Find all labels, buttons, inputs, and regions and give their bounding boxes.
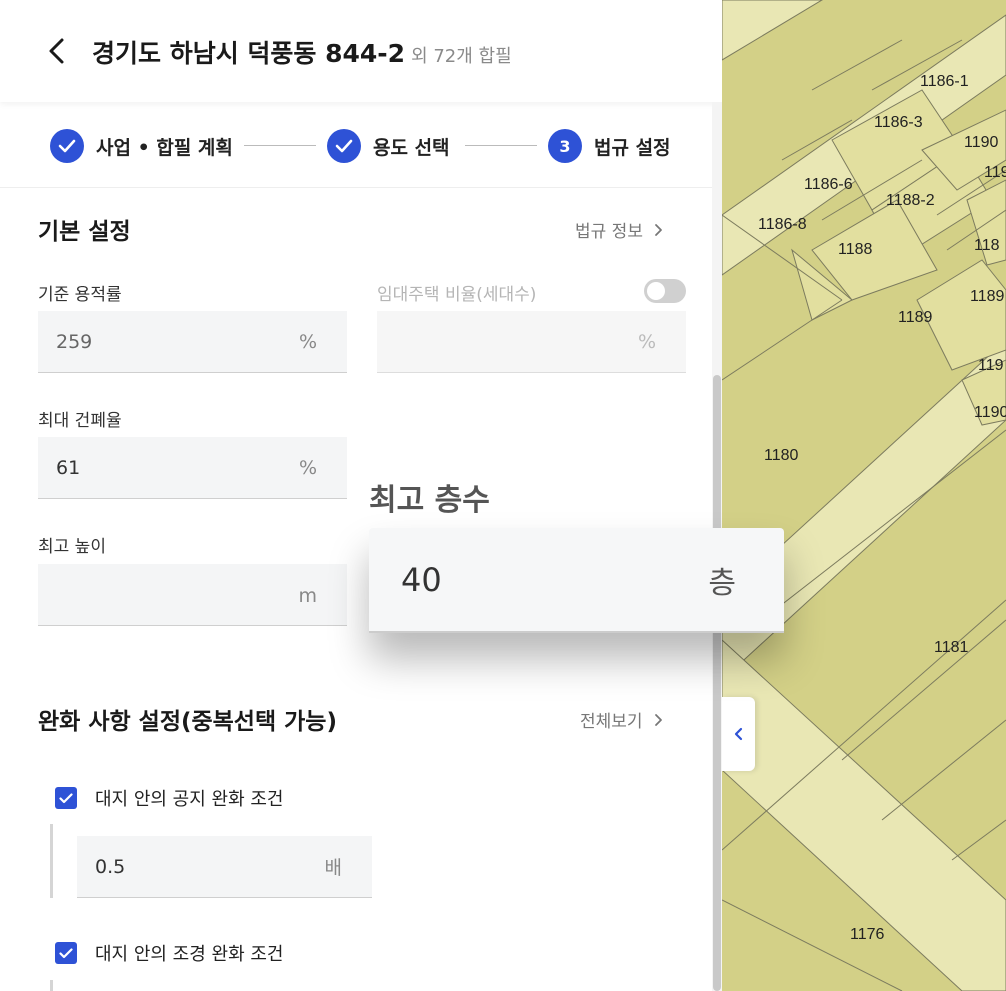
lot-label: 118 — [974, 237, 1000, 254]
lot-label: 119 — [978, 357, 1004, 374]
step-connector — [244, 145, 316, 146]
check-icon — [50, 129, 84, 163]
bcr-value: 61 — [56, 456, 81, 479]
lot-label: 1186-1 — [920, 73, 969, 90]
option-label: 대지 안의 공지 완화 조건 — [95, 789, 284, 810]
step-business-plan[interactable]: 사업 • 합필 계획 — [50, 129, 233, 163]
check-icon — [327, 129, 361, 163]
toggle-knob — [647, 282, 665, 300]
merge-count: 외 72개 합필 — [411, 46, 512, 67]
chevron-right-icon — [655, 223, 662, 236]
max-floors-value: 40 — [401, 560, 442, 599]
option-label: 대지 안의 조경 완화 조건 — [95, 944, 284, 965]
open-space-ratio-value: 0.5 — [95, 855, 126, 878]
far-label: 기준 용적률 — [38, 285, 122, 305]
step-label: 사업 • 합필 계획 — [96, 136, 233, 159]
collapse-panel-button[interactable] — [722, 697, 755, 771]
lot-label: 1188 — [838, 241, 873, 258]
lot-label: 1186-8 — [758, 216, 807, 233]
step-regulation[interactable]: 3 법규 설정 — [548, 129, 671, 163]
chevron-right-icon — [654, 713, 662, 726]
step-label: 법규 설정 — [594, 136, 671, 159]
page-title: 경기도 하남시 덕풍동 844-2 외 72개 합필 — [92, 34, 512, 70]
back-button[interactable] — [40, 34, 74, 68]
max-height-input[interactable]: m — [38, 564, 347, 626]
lot-label: 1190 — [964, 134, 999, 151]
basic-settings-title: 기본 설정 — [38, 219, 131, 245]
checkbox-checked-icon[interactable] — [55, 787, 77, 809]
address-title: 경기도 하남시 덕풍동 844-2 — [92, 39, 406, 68]
step-label: 용도 선택 — [373, 136, 450, 159]
open-space-ratio-input[interactable]: 0.5 배 — [77, 836, 372, 898]
checkbox-checked-icon[interactable] — [55, 942, 77, 964]
indent-bar — [50, 824, 53, 898]
panel-header: 경기도 하남시 덕풍동 844-2 외 72개 합필 — [0, 0, 722, 102]
bcr-unit: % — [298, 456, 317, 479]
lot-label: 1181 — [934, 639, 969, 656]
lot-label: 1188-2 — [886, 192, 935, 209]
max-height-label: 최고 높이 — [38, 537, 106, 557]
scrollbar-thumb[interactable] — [713, 375, 721, 991]
far-value: 259 — [56, 330, 93, 353]
step-connector — [465, 145, 537, 146]
settings-panel: 경기도 하남시 덕풍동 844-2 외 72개 합필 사업 • 합필 계획 용도 … — [0, 0, 722, 991]
lot-label: 1176 — [850, 926, 885, 943]
link-label: 전체보기 — [580, 712, 643, 732]
lot-label: 1190 — [974, 404, 1006, 421]
chevron-left-icon — [49, 38, 64, 64]
far-unit: % — [298, 330, 317, 353]
far-input[interactable]: 259 % — [38, 311, 347, 373]
bcr-input[interactable]: 61 % — [38, 437, 347, 499]
relaxation-settings-title: 완화 사항 설정(중복선택 가능) — [38, 709, 337, 735]
lot-label: 1186-3 — [874, 114, 923, 131]
max-height-unit: m — [298, 585, 317, 607]
lot-label: 119 — [984, 164, 1006, 181]
link-label: 법규 정보 — [575, 222, 643, 242]
lot-label: 1186-6 — [804, 176, 853, 193]
open-space-ratio-unit: 배 — [324, 857, 342, 879]
view-all-link[interactable]: 전체보기 — [580, 707, 663, 732]
rental-ratio-label: 임대주택 비율(세대수) — [377, 285, 537, 305]
bcr-label: 최대 건폐율 — [38, 411, 122, 431]
regulation-info-link[interactable]: 법규 정보 — [575, 217, 663, 242]
lot-label: 1189 — [970, 288, 1005, 305]
max-floors-label: 최고 층수 — [369, 483, 490, 518]
stepper: 사업 • 합필 계획 용도 선택 3 법규 설정 — [0, 102, 712, 188]
landscape-relax-option[interactable]: 대지 안의 조경 완화 조건 — [55, 940, 284, 966]
max-floors-unit: 층 — [708, 565, 736, 601]
rental-ratio-unit: % — [637, 330, 656, 353]
indent-bar — [50, 980, 53, 991]
lot-label: 1189 — [898, 309, 933, 326]
open-space-relax-option[interactable]: 대지 안의 공지 완화 조건 — [55, 785, 284, 811]
max-floors-input[interactable]: 40 층 — [369, 528, 784, 633]
chevron-left-icon — [734, 727, 742, 741]
lot-label: 1180 — [764, 447, 799, 464]
rental-ratio-input[interactable]: % — [377, 311, 686, 373]
map-view[interactable]: 1186-1 1186-3 1190 119 1186-6 1188-2 118… — [722, 0, 1006, 991]
step-use-select[interactable]: 용도 선택 — [327, 129, 450, 163]
rental-ratio-toggle[interactable] — [644, 279, 686, 303]
step-number: 3 — [548, 129, 582, 163]
